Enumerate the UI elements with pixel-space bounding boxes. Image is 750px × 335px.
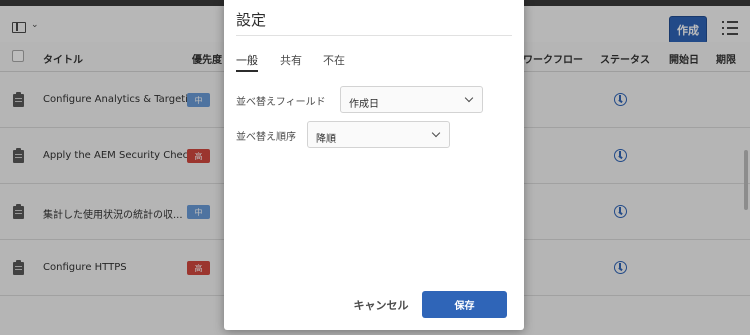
cancel-button[interactable]: キャンセル: [346, 291, 416, 318]
dialog-divider: [236, 35, 512, 36]
sort-order-label: 並べ替え順序: [236, 132, 296, 143]
dialog-title: 設定: [236, 11, 267, 29]
chevron-down-icon: [464, 93, 474, 103]
save-button[interactable]: 保存: [422, 291, 507, 318]
sort-field-label: 並べ替えフィールド: [236, 97, 326, 108]
sort-field-value: 作成日: [349, 99, 379, 110]
sort-order-select[interactable]: 降順: [307, 121, 450, 148]
tab-sharing[interactable]: 共有: [280, 52, 302, 68]
tab-out-of-office[interactable]: 不在: [323, 52, 345, 68]
sort-field-select[interactable]: 作成日: [340, 86, 483, 113]
sort-order-value: 降順: [316, 134, 336, 145]
tab-general[interactable]: 一般: [236, 52, 258, 68]
settings-dialog: 設定 一般 共有 不在 並べ替えフィールド 作成日 並べ替え順序 降順 キャンセ…: [224, 0, 524, 330]
chevron-down-icon: [431, 128, 441, 138]
selected-tab-indicator: [236, 70, 258, 72]
